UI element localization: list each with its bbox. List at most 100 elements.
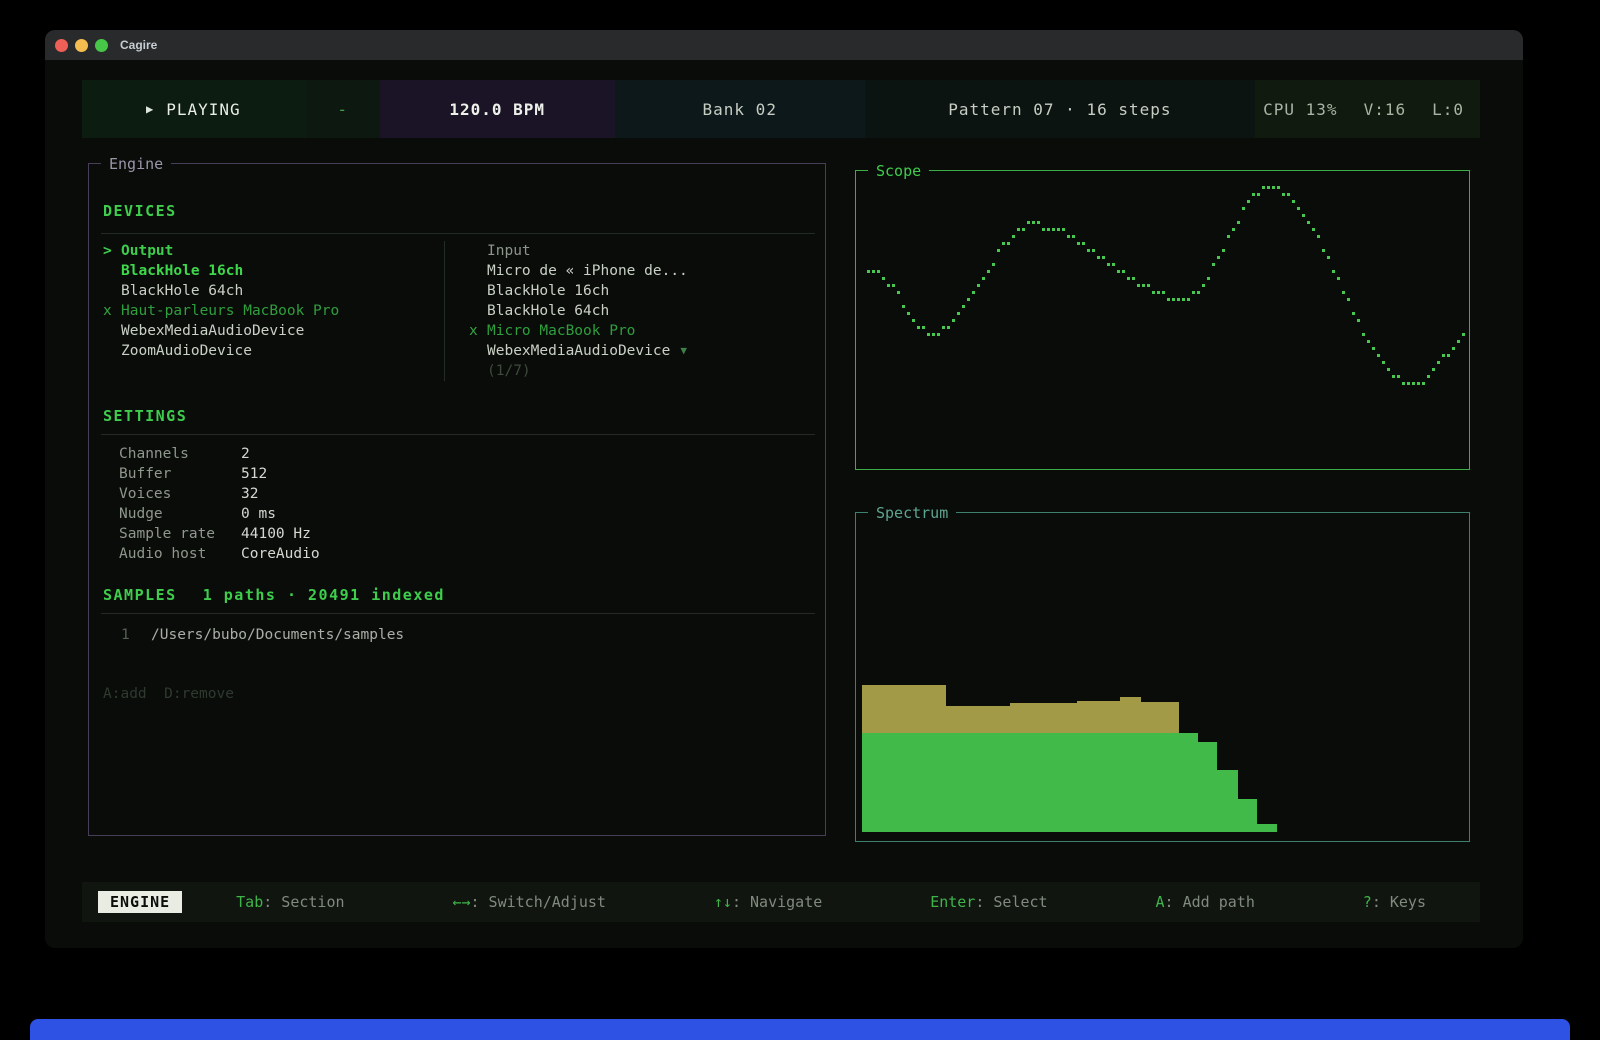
setting-label: Voices xyxy=(119,484,241,504)
spectrum-level-segment xyxy=(862,733,1198,832)
selection-arrow-icon xyxy=(469,241,487,261)
device-active-marker: x xyxy=(103,301,121,321)
device-list-item[interactable]: WebexMediaAudioDevice xyxy=(103,321,443,341)
device-active-marker xyxy=(103,261,121,281)
divider xyxy=(101,613,815,614)
device-name: Haut-parleurs MacBook Pro xyxy=(121,301,339,321)
key-hint-label: : Section xyxy=(263,893,344,911)
device-name: Micro de « iPhone de... xyxy=(487,261,688,281)
device-active-marker xyxy=(469,301,487,321)
key-hint: Enter: Select xyxy=(930,893,1047,911)
engine-panel-title: Engine xyxy=(101,154,171,174)
device-name: BlackHole 64ch xyxy=(487,301,609,321)
key-hint-key: Enter xyxy=(930,893,975,911)
minimize-button[interactable] xyxy=(75,39,88,52)
device-name: WebexMediaAudioDevice xyxy=(121,321,304,341)
footer-bar: ENGINE Tab: Section←→: Switch/Adjust↑↓: … xyxy=(82,882,1480,922)
settings-row[interactable]: Channels2 xyxy=(103,444,811,464)
spectrum-peak-hold-segment xyxy=(1077,701,1120,733)
bpm-display: 120.0 BPM xyxy=(380,80,615,138)
key-hint: ↑↓: Navigate xyxy=(714,893,822,911)
device-list-item[interactable]: BlackHole 64ch xyxy=(469,301,799,321)
device-active-marker: x xyxy=(469,321,487,341)
status-bar: ▶ PLAYING - 120.0 BPM Bank 02 Pattern 07… xyxy=(82,80,1480,138)
sample-path-row[interactable]: 1/Users/bubo/Documents/samples xyxy=(103,625,811,645)
key-hint-key: Tab xyxy=(236,893,263,911)
key-hint-key: A xyxy=(1156,893,1165,911)
device-column-header: >Output xyxy=(103,241,443,261)
spectrum-peak-hold-segment xyxy=(946,706,1010,733)
spectrum-chart xyxy=(857,514,1468,840)
bank-display: Bank 02 xyxy=(615,80,865,138)
device-list-item[interactable]: BlackHole 16ch xyxy=(469,281,799,301)
settings-row[interactable]: Nudge0 ms xyxy=(103,504,811,524)
voices-stat: V:16 xyxy=(1364,100,1407,119)
spectrum-peak-hold-segment xyxy=(1010,703,1077,733)
traffic-lights xyxy=(45,39,108,52)
device-name: BlackHole 16ch xyxy=(121,261,243,281)
setting-label: Buffer xyxy=(119,464,241,484)
device-active-marker xyxy=(103,321,121,341)
device-list-item[interactable]: BlackHole 16ch xyxy=(103,261,443,281)
device-name: ZoomAudioDevice xyxy=(121,341,252,361)
key-hints: Tab: Section ←→: Switch/Adjust ↑↓: Navigat… xyxy=(182,893,1480,911)
pattern-display: Pattern 07 · 16 steps xyxy=(865,80,1255,138)
settings-section-header: SETTINGS xyxy=(103,406,187,426)
device-active-marker xyxy=(469,261,487,281)
play-icon: ▶ xyxy=(146,102,154,116)
spectrum-peak-hold-segment xyxy=(1141,702,1179,733)
setting-value: 2 xyxy=(241,444,250,464)
device-list-item[interactable]: Micro de « iPhone de... xyxy=(469,261,799,281)
key-hint-label: : Keys xyxy=(1372,893,1426,911)
setting-value: 512 xyxy=(241,464,267,484)
scope-panel: Scope xyxy=(855,170,1470,470)
settings-list: Channels2Buffer512Voices32Nudge0 msSampl… xyxy=(103,444,811,564)
device-column-header: Input xyxy=(469,241,799,261)
key-hint-label: : Navigate xyxy=(732,893,822,911)
device-list-item[interactable]: xMicro MacBook Pro xyxy=(469,321,799,341)
pager-label: (1/7) xyxy=(487,361,531,381)
device-name: BlackHole 64ch xyxy=(121,281,243,301)
sample-path-value: /Users/bubo/Documents/samples xyxy=(151,625,404,645)
key-hint: A: Add path xyxy=(1156,893,1255,911)
settings-row[interactable]: Audio hostCoreAudio xyxy=(103,544,811,564)
device-column-title: Input xyxy=(487,241,531,261)
column-divider xyxy=(444,241,445,381)
key-hint: ←→: Switch/Adjust xyxy=(452,893,606,911)
input-level-icon: ▼ xyxy=(680,341,687,361)
device-name: BlackHole 16ch xyxy=(487,281,609,301)
spectrum-level-segment xyxy=(1238,799,1257,832)
key-hint-key: ↑↓ xyxy=(714,893,732,911)
settings-row[interactable]: Sample rate44100 Hz xyxy=(103,524,811,544)
output-device-list: >OutputBlackHole 16chBlackHole 64chxHaut… xyxy=(103,241,443,361)
device-list-item[interactable]: ZoomAudioDevice xyxy=(103,341,443,361)
latency-stat: L:0 xyxy=(1432,100,1464,119)
spectrum-level-segment xyxy=(1257,824,1277,832)
settings-row[interactable]: Voices32 xyxy=(103,484,811,504)
device-active-marker xyxy=(103,281,121,301)
device-list-item[interactable]: WebexMediaAudioDevice ▼ xyxy=(469,341,799,361)
device-list-item[interactable]: BlackHole 64ch xyxy=(103,281,443,301)
setting-value: 44100 Hz xyxy=(241,524,311,544)
device-column-title: Output xyxy=(121,241,173,261)
key-hint-key: ←→ xyxy=(452,893,470,911)
samples-section-header: SAMPLES 1 paths · 20491 indexed xyxy=(103,585,445,605)
spectrum-peak-hold-segment xyxy=(1120,697,1141,733)
sample-path-index: 1 xyxy=(121,625,151,645)
selection-arrow-icon: > xyxy=(103,241,121,261)
close-button[interactable] xyxy=(55,39,68,52)
divider xyxy=(101,233,815,234)
device-name: WebexMediaAudioDevice xyxy=(487,341,670,361)
spectrum-level-segment xyxy=(1198,742,1218,832)
setting-label: Sample rate xyxy=(119,524,241,544)
window-title: Cagire xyxy=(120,38,157,52)
sample-path-list: 1/Users/bubo/Documents/samples xyxy=(103,625,811,645)
device-name: Micro MacBook Pro xyxy=(487,321,635,341)
setting-value: 32 xyxy=(241,484,258,504)
spectrum-level-segment xyxy=(1217,770,1237,832)
device-list-item[interactable]: xHaut-parleurs MacBook Pro xyxy=(103,301,443,321)
settings-row[interactable]: Buffer512 xyxy=(103,464,811,484)
device-active-marker xyxy=(469,281,487,301)
zoom-button[interactable] xyxy=(95,39,108,52)
spectrum-peak-hold-segment xyxy=(862,685,946,733)
